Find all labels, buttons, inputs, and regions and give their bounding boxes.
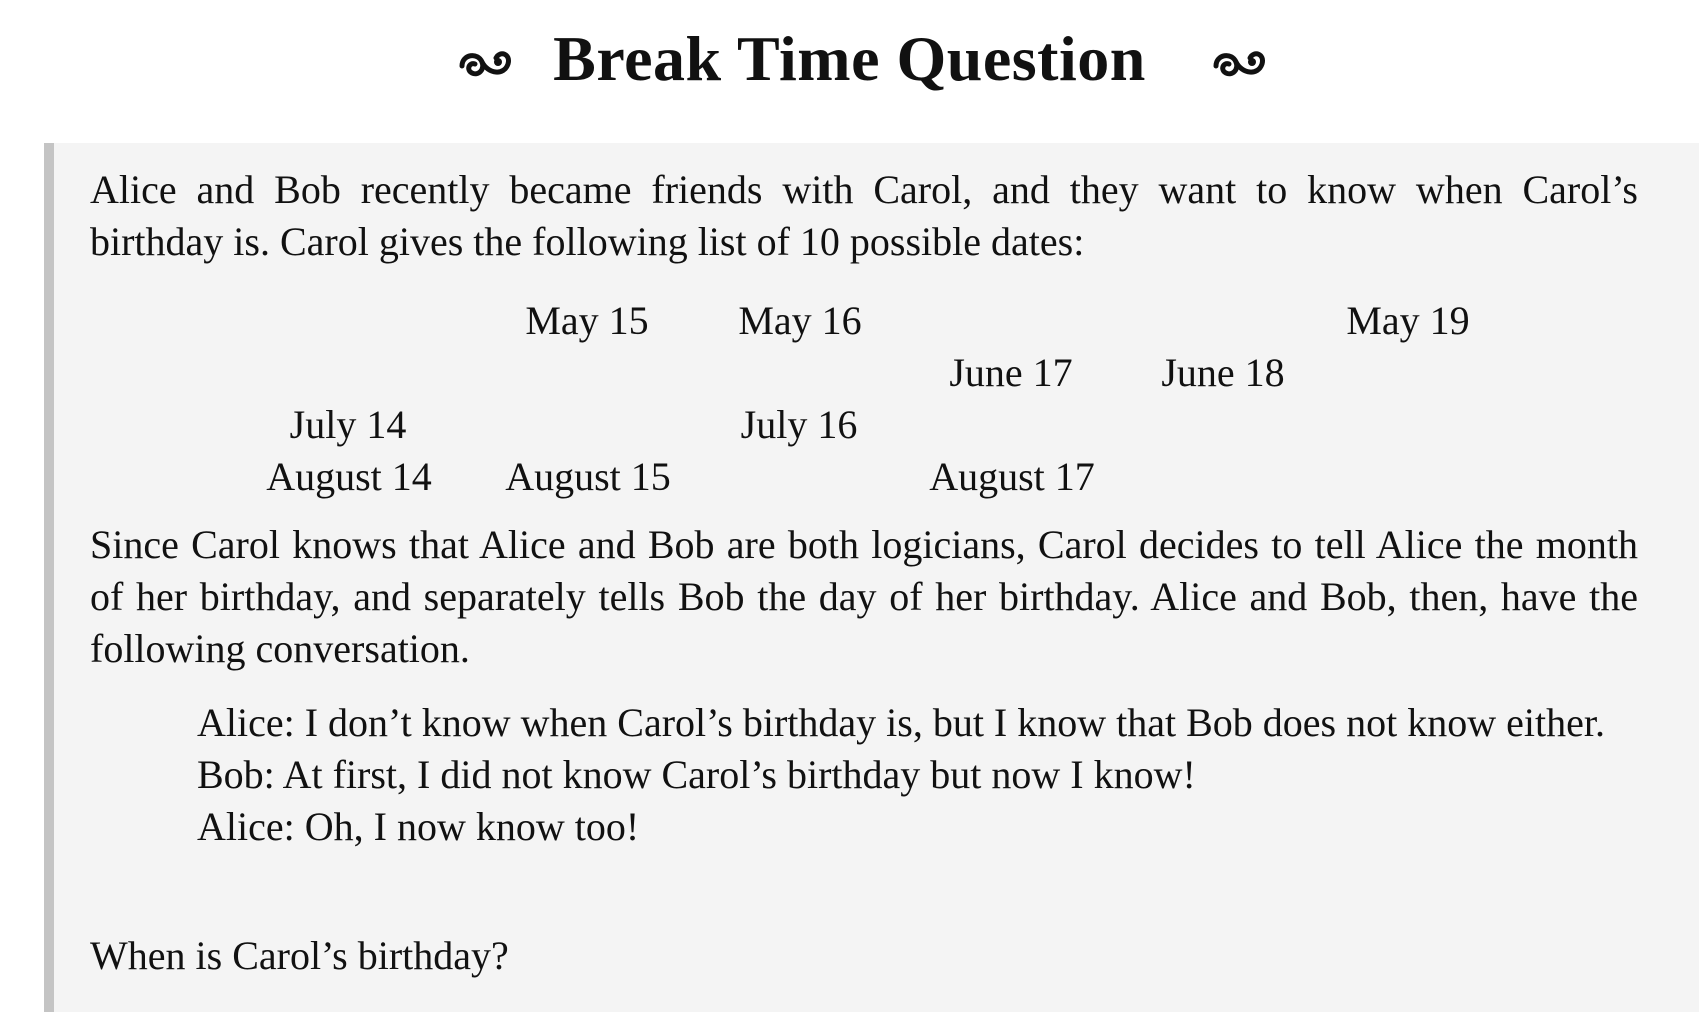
dialogue-line: Alice: Oh, I now know too! — [197, 804, 640, 849]
date-august-17: August 17 — [929, 454, 1095, 499]
dialogue-line: Alice: I don’t know when Carol’s birthda… — [197, 700, 1605, 745]
dialogue-line: Bob: At first, I did not know Carol’s bi… — [197, 752, 1196, 797]
date-may-19: May 19 — [1346, 298, 1470, 343]
question-text: When is Carol’s birthday? — [90, 933, 509, 978]
date-june-17: June 17 — [949, 350, 1073, 395]
date-may-15: May 15 — [525, 298, 649, 343]
setup-paragraph: Since Carol knows that Alice and Bob are… — [90, 522, 1638, 671]
intro-paragraph: Alice and Bob recently became friends wi… — [90, 167, 1638, 264]
dialogue: Alice: I don’t know when Carol’s birthda… — [197, 697, 1638, 853]
date-august-14: August 14 — [266, 454, 432, 499]
date-may-16: May 16 — [738, 298, 862, 343]
date-august-15: August 15 — [505, 454, 671, 499]
date-june-18: June 18 — [1161, 350, 1285, 395]
date-july-14: July 14 — [289, 402, 407, 447]
page-title: Break Time Question — [553, 23, 1146, 94]
date-july-16: July 16 — [740, 402, 858, 447]
fleuron-swirl-icon — [1213, 51, 1265, 77]
page-header: Break Time Question — [0, 14, 1699, 104]
